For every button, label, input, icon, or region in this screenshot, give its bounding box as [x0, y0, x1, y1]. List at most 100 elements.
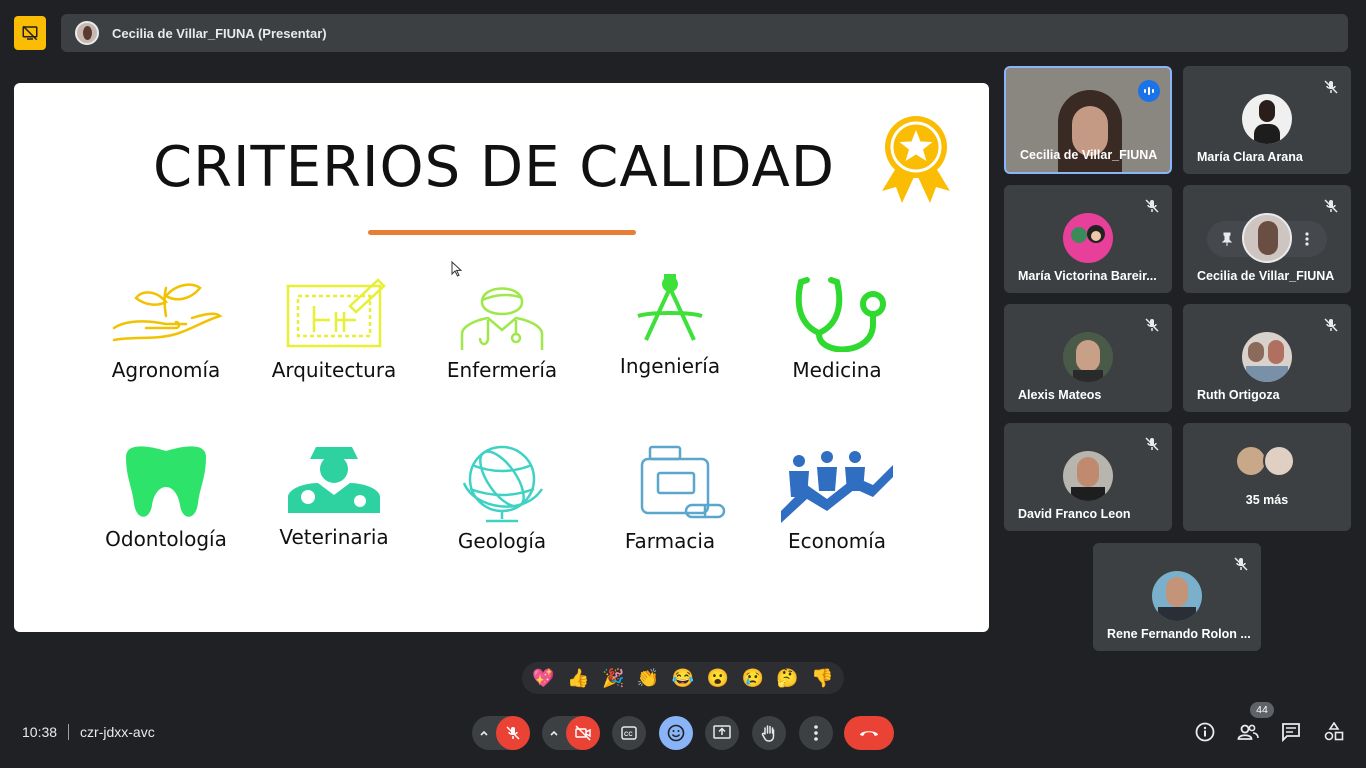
slide-item-label: Economía [787, 529, 887, 553]
participant-name: María Clara Arana [1197, 150, 1303, 164]
avatar [1242, 213, 1292, 263]
presenter-bar[interactable]: Cecilia de Villar_FIUNA (Presentar) [61, 14, 1348, 52]
more-options-icon[interactable] [1299, 231, 1315, 247]
slide-item-label: Farmacia [624, 529, 716, 553]
medicine-bottle-icon [640, 445, 726, 519]
mic-options-chevron-icon[interactable] [472, 716, 496, 750]
participant-tile[interactable]: David Franco Leon [1004, 423, 1172, 531]
slide-item-label: Ingeniería [619, 354, 721, 378]
pin-icon[interactable] [1219, 231, 1235, 247]
slide-item-label: Geología [457, 529, 547, 553]
stethoscope-icon [795, 277, 886, 352]
top-bar: Cecilia de Villar_FIUNA (Presentar) [0, 0, 1366, 66]
captions-icon: CC [621, 726, 637, 740]
emoji-icon [667, 724, 685, 742]
camera-toggle-button[interactable] [566, 716, 600, 750]
reaction-laugh[interactable]: 😂 [668, 668, 698, 689]
participant-tile[interactable]: Alexis Mateos [1004, 304, 1172, 412]
blueprint-icon [286, 278, 386, 348]
reaction-party[interactable]: 🎉 [598, 668, 628, 689]
captions-button[interactable]: CC [612, 716, 646, 750]
camera-off-icon [575, 725, 591, 741]
slide-item-medicina: Medicina [757, 276, 917, 382]
chat-icon[interactable] [1279, 720, 1303, 744]
participant-tile[interactable]: María Victorina Bareir... [1004, 185, 1172, 293]
mic-off-icon [1324, 80, 1338, 94]
activities-icon[interactable] [1322, 720, 1346, 744]
title-underline [368, 230, 636, 235]
participant-tile[interactable]: María Clara Arana [1183, 66, 1351, 174]
avatar [1063, 332, 1113, 382]
avatar [1063, 451, 1113, 501]
stop-presenting-icon[interactable] [14, 16, 46, 50]
slide-item-farmacia: Farmacia [590, 443, 750, 553]
hang-up-icon [860, 731, 878, 736]
reaction-clap[interactable]: 👏 [633, 668, 663, 689]
meeting-time: 10:38 [22, 724, 58, 740]
participant-tile[interactable]: Ruth Ortigoza [1183, 304, 1351, 412]
participant-count-badge: 44 [1250, 702, 1274, 718]
reaction-heart[interactable]: 💖 [528, 668, 558, 689]
more-options-button[interactable] [799, 716, 833, 750]
veterinarian-icon [288, 447, 380, 513]
slide-title: CRITERIOS DE CALIDAD [153, 135, 835, 200]
slide-item-arquitectura: Arquitectura [254, 276, 414, 382]
meeting-details-icon[interactable] [1193, 720, 1217, 744]
nurse-icon [460, 287, 544, 350]
bottom-control-bar: 10:38 czr-jdxx-avc CC 44 [0, 702, 1366, 758]
slide-item-label: Veterinaria [279, 525, 389, 549]
mic-off-icon [1324, 199, 1338, 213]
speaking-indicator-icon [1138, 80, 1160, 102]
slide-item-label: Arquitectura [271, 358, 397, 382]
mic-off-icon [1324, 318, 1338, 332]
reaction-thumbs-down[interactable]: 👎 [807, 668, 837, 689]
present-screen-icon [713, 725, 731, 739]
slide-item-agronomia: Agronomía [86, 276, 246, 382]
reaction-sad[interactable]: 😢 [738, 668, 768, 689]
participant-name: Alexis Mateos [1018, 388, 1102, 402]
slide-item-economia: Economía [757, 443, 917, 553]
avatar [75, 21, 99, 45]
avatar [1242, 332, 1292, 382]
participant-name: Cecilia de Villar_FIUNA [1020, 148, 1158, 162]
reaction-thumbs-up[interactable]: 👍 [563, 668, 593, 689]
present-screen-button[interactable] [705, 716, 739, 750]
reaction-surprised[interactable]: 😮 [703, 668, 733, 689]
participant-name: Cecilia de Villar_FIUNA [1197, 269, 1335, 283]
participant-tile[interactable]: Cecilia de Villar_FIUNA [1183, 185, 1351, 293]
divider [68, 724, 70, 740]
slide-item-label: Enfermería [446, 358, 558, 382]
leave-call-button[interactable] [844, 716, 894, 750]
meeting-info: 10:38 czr-jdxx-avc [22, 724, 155, 740]
globe-icon [462, 445, 544, 523]
reactions-button[interactable] [659, 716, 693, 750]
reaction-thinking[interactable]: 🤔 [773, 668, 803, 689]
slide-item-veterinaria: Veterinaria [254, 443, 414, 549]
more-vert-icon [814, 725, 818, 741]
presentation-slide: CRITERIOS DE CALIDAD Agronomía Arquitect… [14, 83, 989, 632]
slide-item-label: Agronomía [111, 358, 221, 382]
participant-tile[interactable]: Cecilia de Villar_FIUNA [1004, 66, 1172, 174]
people-growth-icon [781, 451, 893, 523]
participant-name: Rene Fernando Rolon ... [1107, 627, 1251, 641]
presenter-name: Cecilia de Villar_FIUNA (Presentar) [112, 25, 327, 41]
mic-off-icon [1145, 437, 1159, 451]
tooth-icon [126, 446, 206, 517]
slide-item-odontologia: Odontología [86, 443, 246, 551]
camera-options-chevron-icon[interactable] [542, 716, 566, 750]
plant-hand-icon [112, 283, 223, 342]
svg-text:CC: CC [624, 732, 633, 738]
compass-icon [637, 274, 703, 341]
slide-item-enfermeria: Enfermería [422, 276, 582, 382]
people-icon[interactable] [1236, 720, 1260, 744]
mic-off-icon [1145, 318, 1159, 332]
participant-tile[interactable]: Rene Fernando Rolon ... [1093, 543, 1261, 651]
more-participants-tile[interactable]: 35 más [1183, 423, 1351, 531]
raise-hand-button[interactable] [752, 716, 786, 750]
more-participants-label: 35 más [1245, 493, 1289, 507]
mic-toggle-button[interactable] [496, 716, 530, 750]
mouse-cursor-icon [451, 261, 463, 277]
award-badge-icon [882, 116, 950, 203]
avatar [1152, 571, 1202, 621]
slide-item-label: Medicina [792, 358, 882, 382]
